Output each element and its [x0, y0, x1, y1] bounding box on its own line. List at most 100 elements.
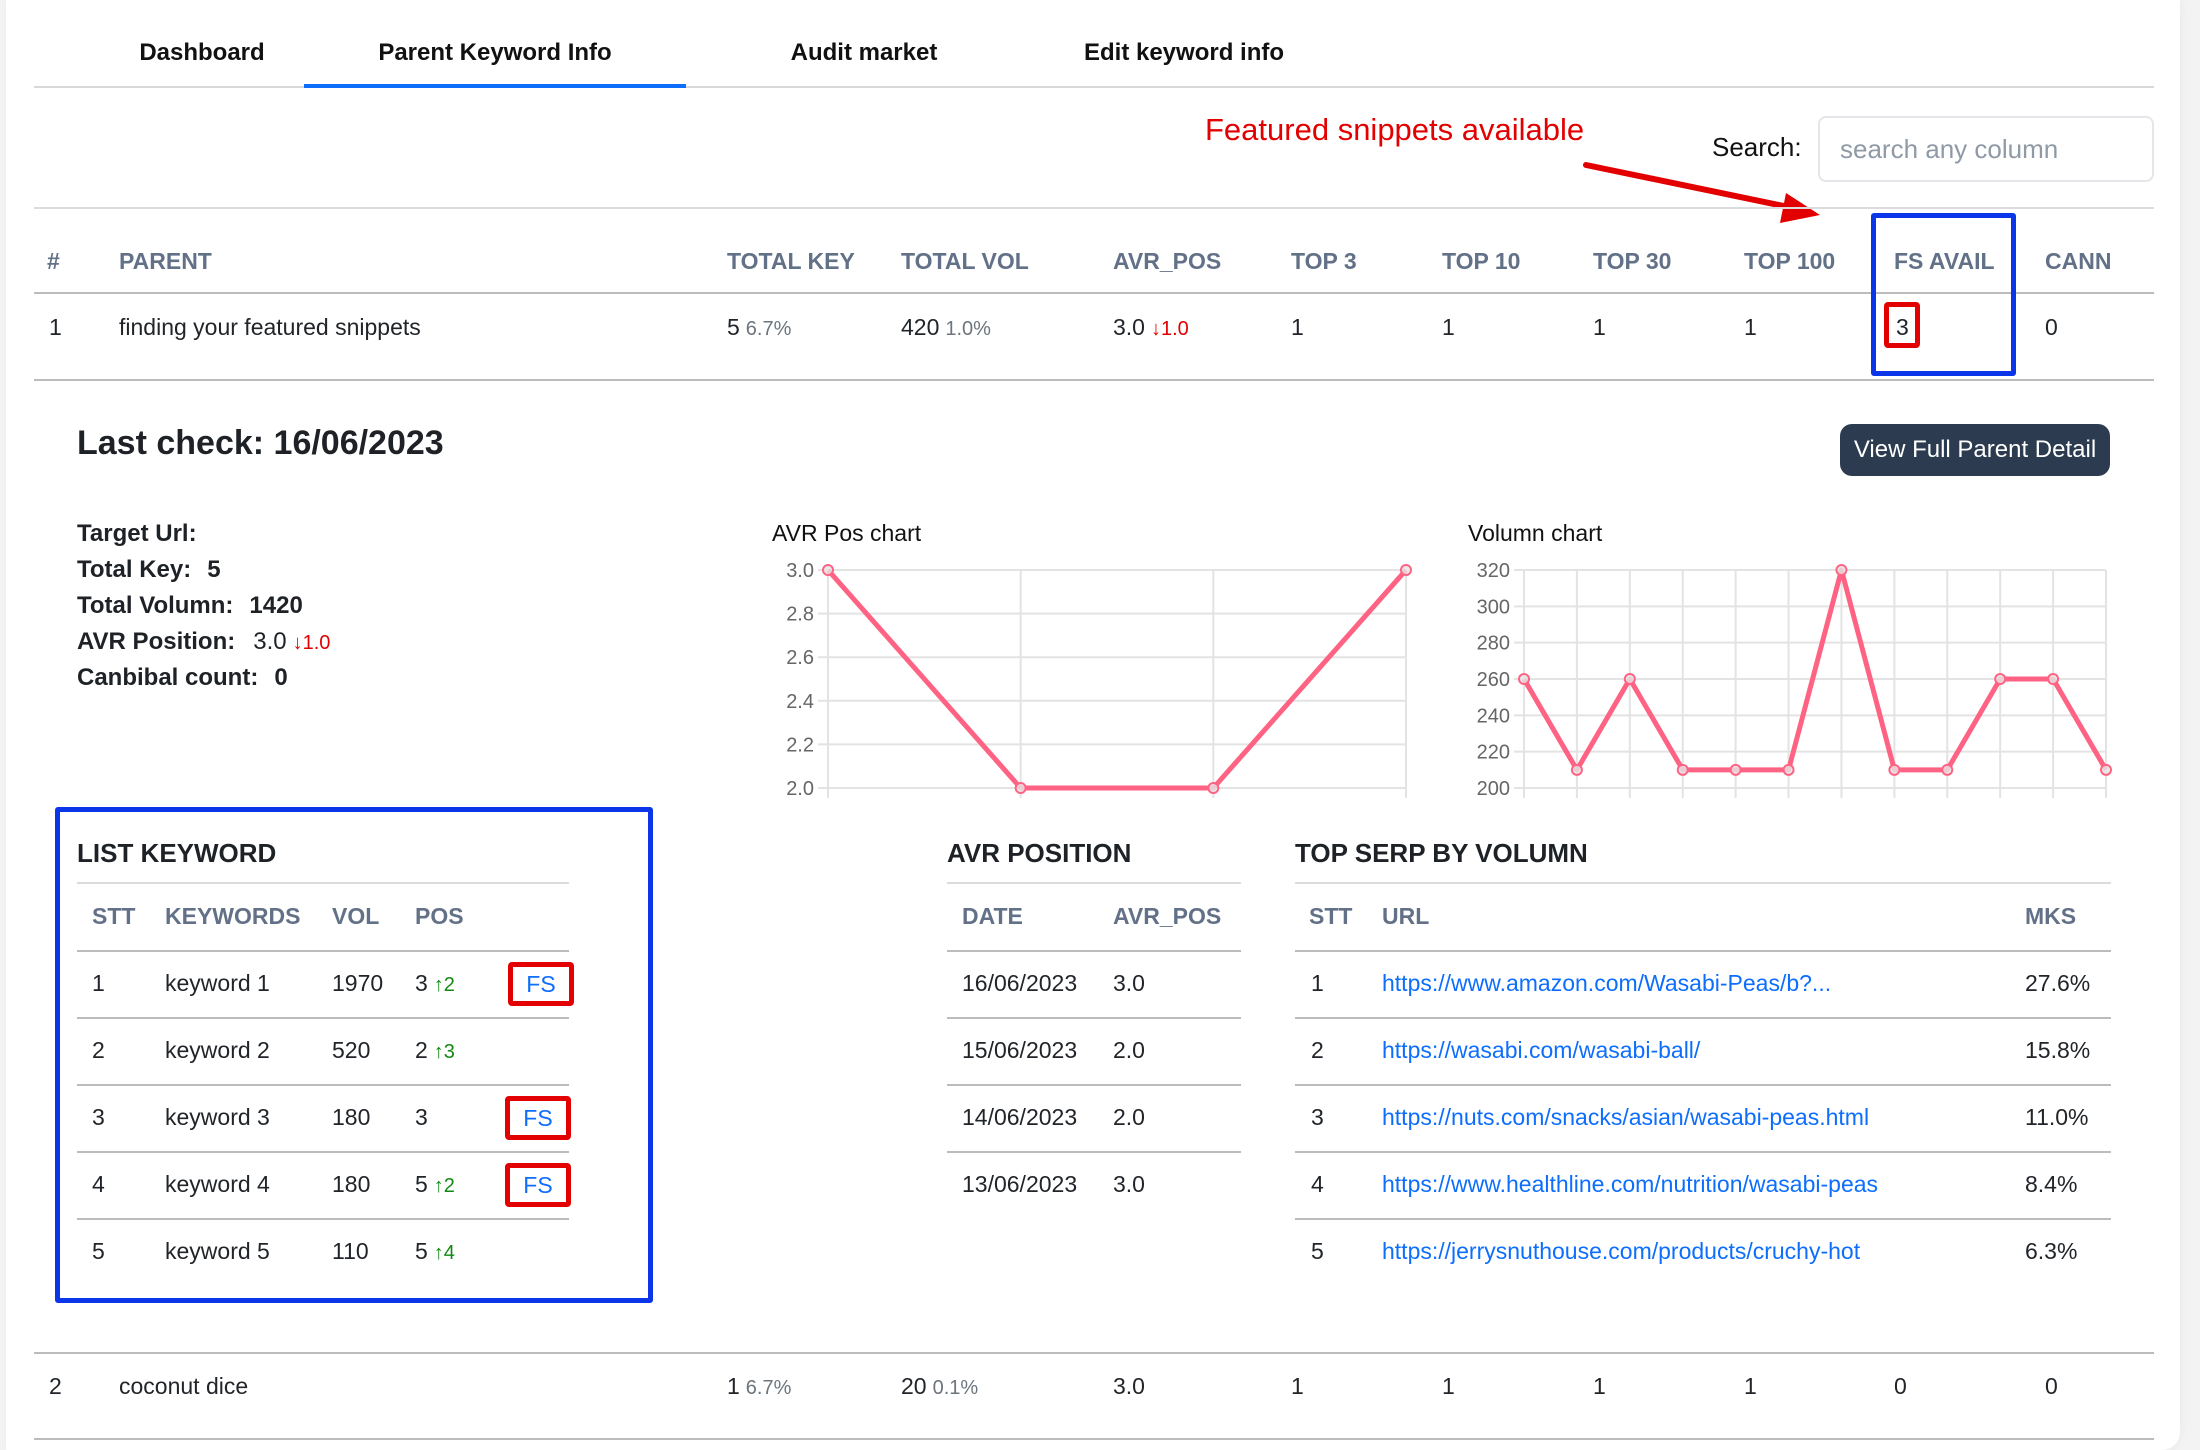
avr-date: 13/06/2023	[962, 1171, 1078, 1197]
row-top3: 1	[1291, 314, 1304, 340]
kw-stt: 5	[92, 1238, 105, 1264]
serp-mks: 15.8%	[2025, 1037, 2091, 1063]
kw-keyword[interactable]: keyword 3	[165, 1104, 270, 1131]
divider	[77, 1151, 569, 1153]
y-tick-label: 3.0	[786, 560, 814, 582]
kw-keyword[interactable]: keyword 5	[165, 1238, 270, 1265]
avr-pos-change: ↓1.0	[1150, 318, 1189, 340]
avr-col-avr-pos[interactable]: AVR_POS	[1113, 903, 1221, 930]
y-tick-label: 260	[1477, 669, 1510, 691]
avr-col-date[interactable]: DATE	[962, 903, 1023, 930]
divider	[77, 1017, 569, 1019]
serp-url-link[interactable]: https://wasabi.com/wasabi-ball/	[1382, 1037, 1700, 1064]
kw-vol: 520	[332, 1037, 371, 1063]
divider	[77, 950, 569, 952]
tab-edit-keyword-info[interactable]: Edit keyword info	[1024, 0, 1344, 88]
divider	[1295, 1218, 2111, 1220]
serp-url-link[interactable]: https://jerrysnuthouse.com/products/cruc…	[1382, 1238, 1860, 1265]
kw-col-keywords[interactable]: KEYWORDS	[165, 903, 300, 930]
serp-url-link[interactable]: https://www.healthline.com/nutrition/was…	[1382, 1171, 1878, 1198]
serp-col-mks[interactable]: MKS	[2025, 903, 2076, 930]
target-url-info: Target Url:	[77, 520, 213, 548]
data-point	[1623, 673, 1636, 685]
kw-col-stt[interactable]: STT	[92, 903, 135, 930]
total-key-label: Total Key:	[77, 556, 192, 583]
col-header-total-vol[interactable]: TOTAL VOL	[901, 248, 1029, 275]
y-tick-label: 320	[1477, 560, 1510, 582]
data-point	[822, 564, 834, 576]
avr-position-change: ↓1.0	[292, 632, 331, 654]
total-vol-pct: 0.1%	[932, 1377, 979, 1399]
row-parent[interactable]: coconut dice	[119, 1373, 248, 1400]
annotation-arrow-icon	[1583, 162, 1820, 223]
kw-keyword[interactable]: keyword 4	[165, 1171, 270, 1198]
col-header-cann[interactable]: CANN	[2045, 248, 2111, 275]
canbibal-count-info: Canbibal count: 0	[77, 664, 288, 692]
col-header-top30[interactable]: TOP 30	[1593, 248, 1671, 275]
row-total-vol: 20 0.1%	[901, 1373, 978, 1400]
total-key-pct: 6.7%	[745, 318, 792, 340]
kw-pos-value: 5	[415, 1238, 428, 1264]
divider	[77, 1218, 569, 1220]
kw-vol: 1970	[332, 970, 384, 996]
row-cann: 0	[2045, 314, 2058, 340]
row-total-vol: 420 1.0%	[901, 314, 991, 341]
kw-pos: 5 ↑2	[415, 1171, 455, 1198]
divider	[1295, 1151, 2111, 1153]
col-header-total-key[interactable]: TOTAL KEY	[727, 248, 855, 275]
series-line	[826, 568, 1408, 791]
kw-keyword[interactable]: keyword 1	[165, 970, 270, 997]
avr-pos-chart: 3.0 2.8 2.6 2.4 2.2 2.0	[786, 560, 1412, 800]
top-serp-title: TOP SERP BY VOLUMN	[1295, 838, 1588, 868]
divider	[1295, 1084, 2111, 1086]
tab-parent-keyword-info[interactable]: Parent Keyword Info	[304, 0, 686, 88]
tab-audit-market[interactable]: Audit market	[714, 0, 1014, 88]
serp-col-stt[interactable]: STT	[1309, 903, 1352, 930]
serp-stt: 5	[1311, 1238, 1324, 1264]
col-header-parent[interactable]: PARENT	[119, 248, 212, 275]
col-header-top3[interactable]: TOP 3	[1291, 248, 1357, 275]
row-top100: 1	[1744, 1373, 1757, 1399]
avr-value: 2.0	[1113, 1037, 1145, 1063]
avr-value: 3.0	[1113, 970, 1145, 996]
search-input[interactable]	[1818, 116, 2154, 182]
divider	[1295, 882, 2111, 884]
divider	[34, 292, 2154, 294]
canbibal-value: 0	[274, 664, 288, 691]
data-point	[1888, 763, 1901, 776]
kw-pos-value: 3	[415, 970, 428, 996]
serp-col-url[interactable]: URL	[1382, 903, 1429, 930]
row-avr-pos: 3.0	[1113, 1373, 1145, 1399]
row-parent[interactable]: finding your featured snippets	[119, 314, 421, 341]
series-line	[1521, 567, 2109, 773]
canbibal-label: Canbibal count:	[77, 664, 259, 691]
fs-link[interactable]: FS	[505, 1163, 571, 1207]
col-header-top10[interactable]: TOP 10	[1442, 248, 1520, 275]
fs-link[interactable]: FS	[508, 962, 574, 1006]
divider	[947, 950, 1241, 952]
avr-position-info: AVR Position: 3.0 ↓1.0	[77, 628, 330, 656]
serp-url-link[interactable]: https://www.amazon.com/Wasabi-Peas/b?...	[1382, 970, 1831, 997]
search-label: Search:	[1712, 132, 1802, 162]
kw-keyword[interactable]: keyword 2	[165, 1037, 270, 1064]
fs-link[interactable]: FS	[505, 1096, 571, 1140]
featured-snippets-annotation: Featured snippets available	[1205, 112, 1585, 147]
kw-col-vol[interactable]: VOL	[332, 903, 379, 930]
row-top100: 1	[1744, 314, 1757, 340]
tab-dashboard[interactable]: Dashboard	[82, 0, 322, 88]
list-keyword-title: LIST KEYWORD	[77, 838, 277, 868]
serp-url-link[interactable]: https://nuts.com/snacks/asian/wasabi-pea…	[1382, 1104, 1869, 1131]
kw-stt: 3	[92, 1104, 105, 1130]
view-full-parent-detail-button[interactable]: View Full Parent Detail	[1840, 424, 2110, 476]
y-tick-label: 300	[1477, 596, 1510, 618]
col-header-num[interactable]: #	[47, 248, 60, 275]
divider	[1295, 950, 2111, 952]
row-num: 1	[49, 314, 62, 340]
col-header-avr-pos[interactable]: AVR_POS	[1113, 248, 1221, 275]
data-point	[1941, 763, 1954, 776]
row-num: 2	[49, 1373, 62, 1399]
col-header-top100[interactable]: TOP 100	[1744, 248, 1835, 275]
kw-col-pos[interactable]: POS	[415, 903, 464, 930]
y-tick-label: 220	[1477, 742, 1510, 764]
avr-position-label: AVR Position:	[77, 628, 236, 655]
